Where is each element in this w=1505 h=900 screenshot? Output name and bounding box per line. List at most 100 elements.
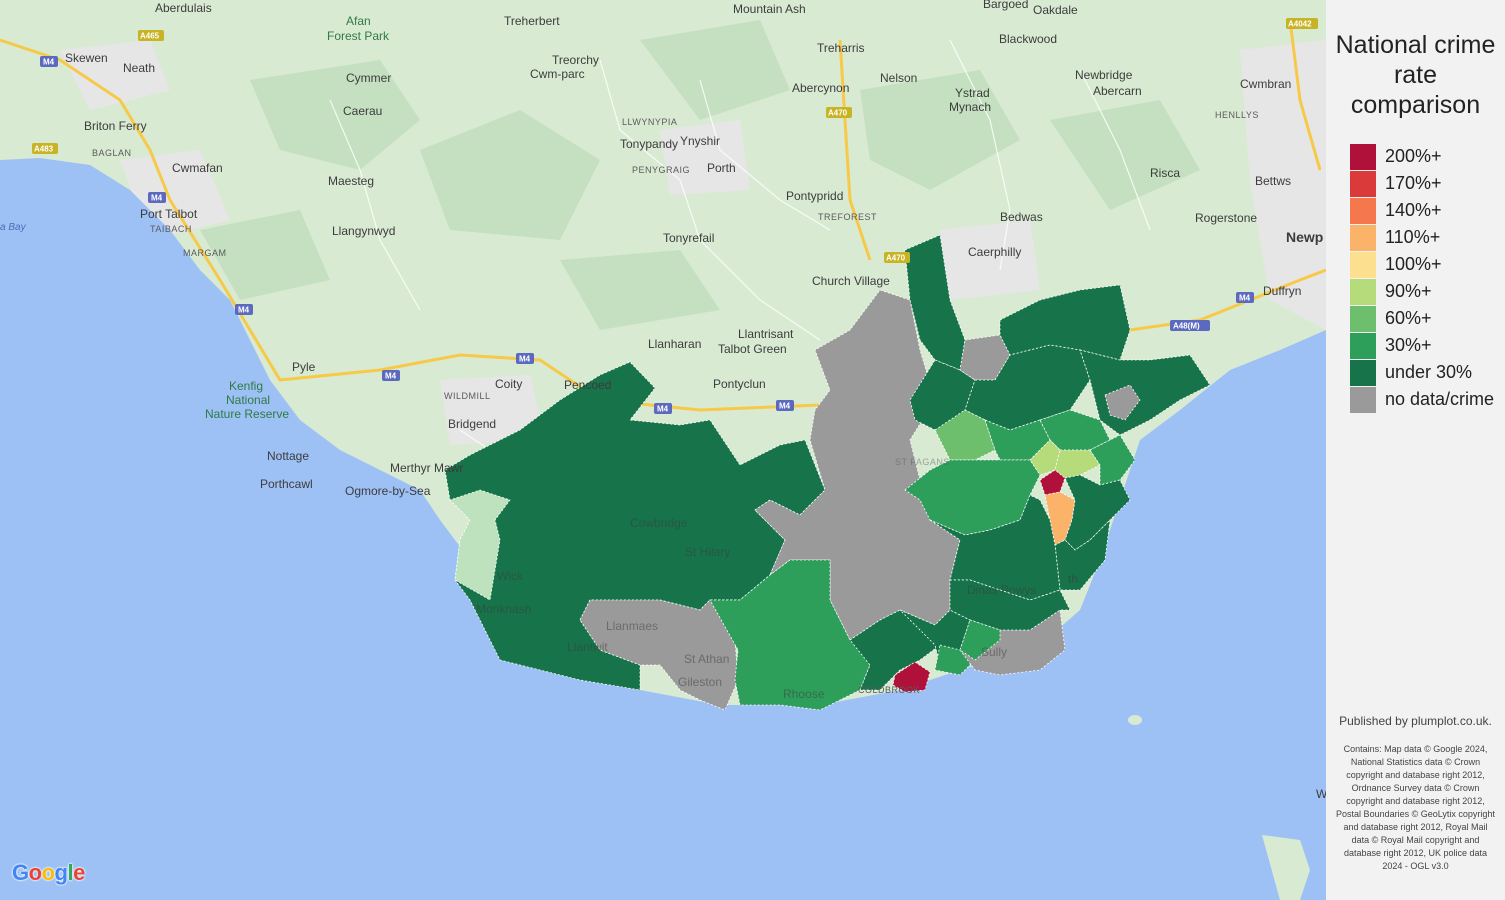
place-label: Aberdulais [155, 1, 212, 15]
legend-item: no data/crime [1350, 386, 1494, 413]
svg-text:A48(M): A48(M) [1173, 322, 1200, 331]
place-label: Rhoose [783, 687, 825, 701]
place-label: Nottage [267, 449, 309, 463]
legend-swatch [1350, 332, 1376, 359]
place-label: Pontypridd [786, 189, 843, 203]
legend-label: 170%+ [1385, 173, 1442, 193]
place-label: Cwmafan [172, 161, 223, 175]
legend-item: 110%+ [1350, 224, 1494, 251]
place-label: Sully [981, 645, 1007, 659]
place-label: Cwmbran [1240, 77, 1291, 91]
svg-text:A483: A483 [34, 145, 54, 154]
place-label: Wick [497, 569, 524, 583]
google-logo-letter: G [12, 860, 29, 885]
place-label: Coity [495, 377, 522, 391]
road-shield-m4-pyle: M4 [382, 370, 400, 381]
place-label: Caerau [343, 104, 382, 118]
place-label: Treherbert [504, 14, 560, 28]
place-label: Rogerstone [1195, 211, 1257, 225]
legend-list: 200%+ 170%+ 140%+ 110%+ 100%+ 90%+ 60%+ 30%+ und… [1350, 143, 1494, 413]
road-shield-m4-west: M4 [40, 56, 58, 67]
place-label: Briton Ferry [84, 119, 147, 133]
legend-label: 100%+ [1385, 254, 1442, 274]
place-label: Mynach [949, 100, 991, 114]
place-label: Bedwas [1000, 210, 1043, 224]
place-label: th [1068, 572, 1078, 586]
legend-swatch [1350, 170, 1376, 197]
legend-label: 30%+ [1385, 335, 1432, 355]
place-label: Duffryn [1263, 284, 1301, 298]
place-label: Merthyr Mawr [390, 461, 463, 475]
place-label: Port Talbot [140, 207, 198, 221]
road-shield-a470-north: A470 [826, 107, 852, 118]
legend-label: no data/crime [1385, 389, 1495, 409]
legend-item: 140%+ [1350, 197, 1494, 224]
place-label: Bettws [1255, 174, 1291, 188]
place-label: Cymmer [346, 71, 391, 85]
svg-text:M4: M4 [238, 306, 250, 315]
svg-text:M4: M4 [657, 405, 669, 414]
legend-item: 200%+ [1350, 143, 1494, 170]
legend-swatch [1350, 305, 1376, 332]
legend-item: 60%+ [1350, 305, 1494, 332]
place-label: Nelson [880, 71, 917, 85]
legend-label: 110%+ [1385, 227, 1441, 247]
google-logo-letter: o [41, 860, 55, 885]
road-shield-m4-pencoed: M4 [654, 403, 672, 414]
place-label: Blackwood [999, 32, 1057, 46]
road-shield-a4042: A4042 [1286, 18, 1318, 29]
place-label: ST FAGANS [895, 457, 950, 467]
place-label: Llantrisant [738, 327, 794, 341]
place-label: Newbridge [1075, 68, 1133, 82]
legend-swatch [1350, 143, 1376, 170]
place-label: Pyle [292, 360, 316, 374]
svg-text:M4: M4 [385, 372, 397, 381]
legend-title: National crime rate comparison [1335, 31, 1496, 119]
place-label: Ynyshir [680, 134, 720, 148]
place-label: Cwm-parc [530, 67, 585, 81]
place-label: Caerphilly [968, 245, 1021, 259]
place-label: Nature Reserve [205, 407, 289, 421]
road-shield-m4-pontyclun: M4 [776, 400, 794, 411]
place-label: HENLLYS [1215, 110, 1259, 120]
place-label: Afan [346, 14, 371, 28]
legend-swatch [1350, 386, 1376, 413]
place-label: Porth [707, 161, 736, 175]
choropleth-map[interactable]: M4 A465 A483 M4 M4 M4 M4 M4 M4 A470 A470… [0, 0, 1326, 900]
place-label: Gileston [678, 675, 722, 689]
place-label: Treharris [817, 41, 865, 55]
google-logo-letter: g [54, 860, 68, 885]
place-label: Maesteg [328, 174, 374, 188]
place-label: Ystrad [955, 86, 990, 100]
map-canvas[interactable]: M4 A465 A483 M4 M4 M4 M4 M4 M4 A470 A470… [0, 0, 1326, 900]
google-logo-letter: e [73, 860, 85, 885]
place-label: St Athan [684, 652, 729, 666]
svg-text:A470: A470 [828, 109, 848, 118]
google-logo-letter: o [28, 860, 42, 885]
place-label: LLWYNYPIA [622, 117, 677, 127]
map-page: M4 A465 A483 M4 M4 M4 M4 M4 M4 A470 A470… [0, 0, 1505, 900]
road-shield-a465: A465 [138, 30, 164, 41]
road-shield-a483: A483 [32, 143, 58, 154]
place-label: W [1316, 787, 1326, 801]
place-label: Bargoed [983, 0, 1028, 11]
place-label: Neath [123, 61, 155, 75]
place-label: Forest Park [327, 29, 390, 43]
legend-label: 200%+ [1385, 146, 1442, 166]
place-label: Dinas Powys [967, 583, 1036, 597]
place-label: TAIBACH [150, 224, 192, 234]
place-label: Tonypandy [620, 137, 678, 151]
place-label: Pencoed [564, 378, 611, 392]
place-label: Abercynon [792, 81, 849, 95]
place-label: Talbot Green [718, 342, 787, 356]
legend-swatch [1350, 224, 1376, 251]
legend-item: under 30% [1350, 359, 1494, 386]
place-label: PENYGRAIG [632, 165, 690, 175]
place-label: Newp [1286, 229, 1323, 245]
place-label: Pontyclun [713, 377, 766, 391]
place-label: Treorchy [552, 53, 599, 67]
place-label: Kenfig [229, 379, 263, 393]
legend-item: 90%+ [1350, 278, 1494, 305]
place-label: WILDMILL [444, 391, 491, 401]
attribution-text: Contains: Map data © Google 2024, Nation… [1336, 744, 1495, 871]
